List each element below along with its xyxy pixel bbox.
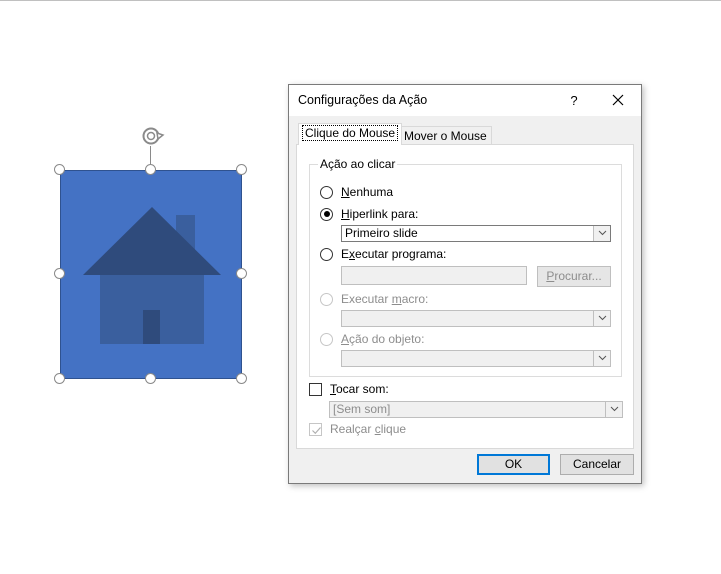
macro-select[interactable] bbox=[341, 310, 611, 327]
radio-none[interactable]: Nenhuma bbox=[320, 184, 393, 200]
radio-hyperlink-button[interactable] bbox=[320, 207, 333, 221]
group-label: Ação ao clicar bbox=[318, 157, 398, 171]
chevron-down-icon bbox=[610, 406, 619, 412]
macro-dropdown-button[interactable] bbox=[593, 311, 610, 326]
radio-run-macro[interactable]: Executar macro: bbox=[320, 291, 428, 307]
ribbon-bottom-border bbox=[0, 0, 721, 1]
tab-panel: Ação ao clicar Nenhuma Hiperlink para: P… bbox=[296, 144, 634, 449]
radio-run-program[interactable]: Executar programa: bbox=[320, 246, 446, 262]
radio-run-program-button[interactable] bbox=[320, 247, 333, 261]
chevron-down-icon bbox=[598, 315, 607, 321]
hyperlink-dropdown-button[interactable] bbox=[593, 226, 610, 241]
object-action-select[interactable] bbox=[341, 350, 611, 367]
action-on-click-group: Ação ao clicar Nenhuma Hiperlink para: P… bbox=[309, 157, 622, 377]
radio-none-button[interactable] bbox=[320, 185, 333, 199]
close-icon bbox=[612, 94, 624, 106]
resize-handle-left[interactable] bbox=[54, 268, 65, 279]
resize-handle-top-right[interactable] bbox=[236, 164, 247, 175]
resize-handle-right[interactable] bbox=[236, 268, 247, 279]
ok-button[interactable]: OK bbox=[477, 454, 550, 475]
dialog-titlebar[interactable]: Configurações da Ação ? bbox=[289, 85, 641, 116]
program-input[interactable] bbox=[341, 266, 527, 285]
radio-object-action[interactable]: Ação do objeto: bbox=[320, 331, 424, 347]
help-icon: ? bbox=[570, 93, 578, 108]
checkmark-icon bbox=[312, 426, 321, 434]
dialog-title: Configurações da Ação bbox=[298, 93, 428, 107]
highlight-click-checkbox[interactable] bbox=[309, 422, 322, 436]
resize-handle-bottom[interactable] bbox=[145, 373, 156, 384]
rotate-handle-icon[interactable] bbox=[140, 125, 166, 147]
play-sound-checkbox[interactable] bbox=[309, 382, 322, 396]
radio-run-macro-button[interactable] bbox=[320, 292, 333, 306]
resize-handle-bottom-left[interactable] bbox=[54, 373, 65, 384]
object-action-dropdown-button[interactable] bbox=[593, 351, 610, 366]
play-sound-checkbox-row[interactable]: Tocar som: bbox=[309, 382, 389, 396]
action-settings-dialog: Configurações da Ação ? Clique do Mouse … bbox=[288, 84, 642, 484]
browse-button[interactable]: Procurar... bbox=[537, 266, 611, 287]
tab-mouse-click[interactable]: Clique do Mouse bbox=[298, 123, 403, 145]
resize-handle-top[interactable] bbox=[145, 164, 156, 175]
chevron-down-icon bbox=[598, 230, 607, 236]
help-button[interactable]: ? bbox=[561, 90, 587, 112]
radio-hyperlink[interactable]: Hiperlink para: bbox=[320, 206, 418, 222]
tab-mouse-over[interactable]: Mover o Mouse bbox=[399, 126, 492, 145]
chevron-down-icon bbox=[598, 355, 607, 361]
house-icon bbox=[83, 207, 221, 344]
sound-select[interactable]: [Sem som] bbox=[329, 401, 623, 418]
resize-handle-bottom-right[interactable] bbox=[236, 373, 247, 384]
highlight-click-checkbox-row[interactable]: Realçar clique bbox=[309, 422, 406, 436]
sound-dropdown-button[interactable] bbox=[605, 402, 622, 417]
close-button[interactable] bbox=[603, 89, 633, 113]
hyperlink-select[interactable]: Primeiro slide bbox=[341, 225, 611, 242]
radio-object-action-button[interactable] bbox=[320, 332, 333, 346]
resize-handle-top-left[interactable] bbox=[54, 164, 65, 175]
house-picture[interactable] bbox=[60, 170, 242, 379]
cancel-button[interactable]: Cancelar bbox=[560, 454, 634, 475]
